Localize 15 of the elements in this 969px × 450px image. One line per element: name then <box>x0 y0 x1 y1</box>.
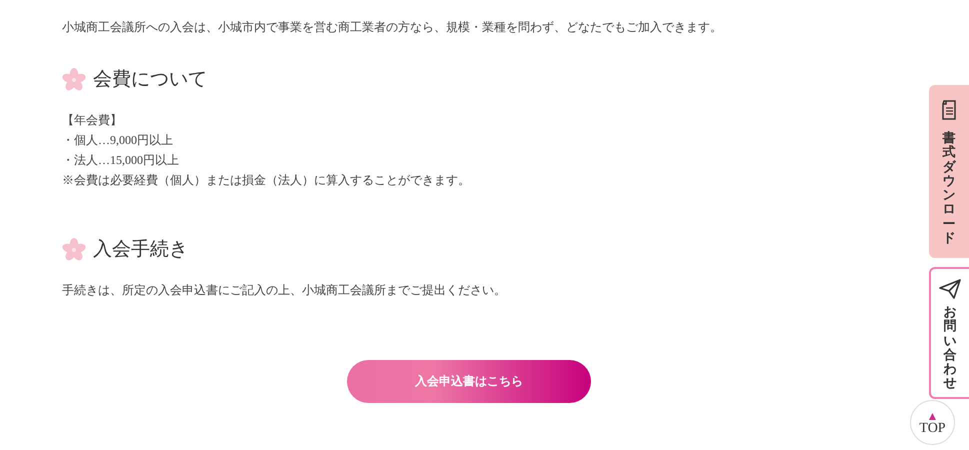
document-icon <box>940 99 958 121</box>
flower-icon <box>62 68 86 92</box>
body-text: ・法人…15,000円以上 <box>62 152 179 169</box>
body-text: ※会費は必要経費（個人）または損金（法人）に算入することができます。 <box>62 172 470 189</box>
body-text: 手続きは、所定の入会申込書にご記入の上、小城商工会議所までご提出ください。 <box>62 282 506 299</box>
flower-icon <box>62 238 86 262</box>
side-tab[interactable]: 書式ダウンロード <box>929 85 969 258</box>
body-text: ・個人…9,000円以上 <box>62 132 173 149</box>
intro-text: 小城商工会議所への入会は、小城市内で事業を営む商工業者の方なら、規模・業種を問わず、どなたでもご加入できます。 <box>61 19 722 35</box>
side-tab[interactable]: お問い合わせ <box>929 267 969 399</box>
section-heading: 会費について <box>93 68 207 92</box>
body-text: 【年会費】 <box>62 112 122 129</box>
top-button[interactable]: ▲ TOP <box>910 400 955 445</box>
paper-plane-icon <box>939 279 961 299</box>
section-heading: 入会手続き <box>93 238 188 262</box>
